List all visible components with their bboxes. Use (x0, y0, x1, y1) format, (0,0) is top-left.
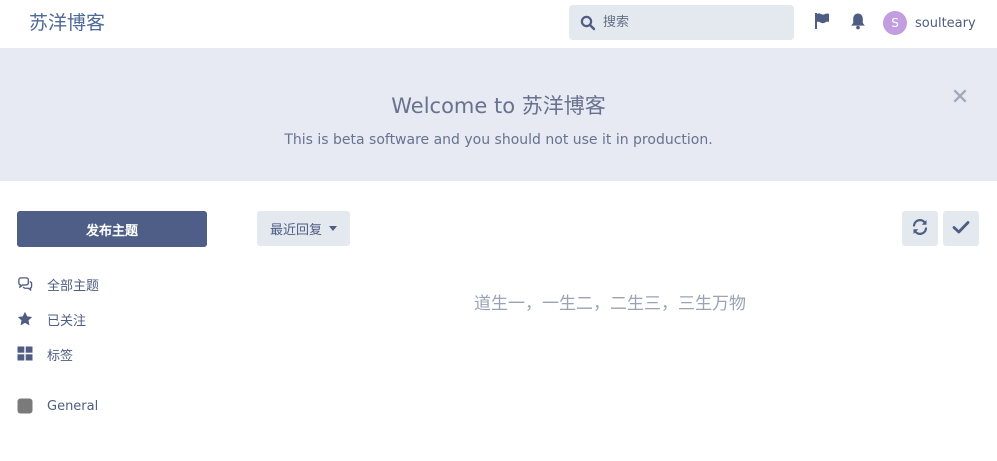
refresh-icon (911, 218, 929, 240)
search-input[interactable] (603, 5, 788, 40)
mark-all-read-button[interactable] (943, 211, 979, 246)
flag-icon (813, 12, 831, 34)
check-icon (952, 219, 970, 239)
sidebar-item-label: 全部主题 (47, 278, 100, 294)
tag-square-icon (17, 398, 33, 414)
top-header: 苏洋博客 S soulteary (0, 0, 997, 48)
user-menu[interactable]: S soulteary (883, 11, 976, 35)
caret-down-icon (329, 226, 337, 231)
username: soulteary (915, 15, 976, 31)
site-title[interactable]: 苏洋博客 (29, 8, 105, 35)
hero-title: Welcome to 苏洋博客 (391, 94, 606, 118)
sidebar-item-label: 已关注 (47, 313, 87, 329)
sidebar-item-tags[interactable]: 标签 (17, 344, 73, 364)
grid-icon (17, 346, 33, 362)
sidebar-item-all-discussions[interactable]: 全部主题 (17, 274, 99, 294)
sidebar-item-label: General (47, 398, 99, 414)
hero-close-button[interactable] (951, 88, 969, 106)
start-discussion-button[interactable]: 发布主题 (17, 211, 207, 247)
sidebar-item-general[interactable]: General (17, 396, 98, 416)
refresh-button[interactable] (902, 211, 938, 246)
sidebar-item-following[interactable]: 已关注 (17, 309, 86, 329)
avatar: S (883, 11, 907, 35)
sort-dropdown[interactable]: 最近回复 (257, 211, 350, 246)
close-icon (953, 88, 967, 107)
welcome-hero: Welcome to 苏洋博客 This is beta software an… (0, 48, 997, 181)
sidebar-item-label: 标签 (47, 348, 74, 364)
empty-state-text: 道生一，一生二，二生三，三生万物 (474, 294, 746, 314)
bell-icon (850, 12, 866, 34)
hero-subtitle: This is beta software and you should not… (284, 132, 713, 148)
star-icon (17, 311, 33, 327)
flag-button[interactable] (811, 12, 833, 34)
comments-icon (17, 276, 33, 292)
search-icon (580, 15, 596, 31)
notifications-button[interactable] (847, 12, 869, 34)
search-box[interactable] (569, 5, 794, 40)
sort-label: 最近回复 (269, 223, 322, 238)
